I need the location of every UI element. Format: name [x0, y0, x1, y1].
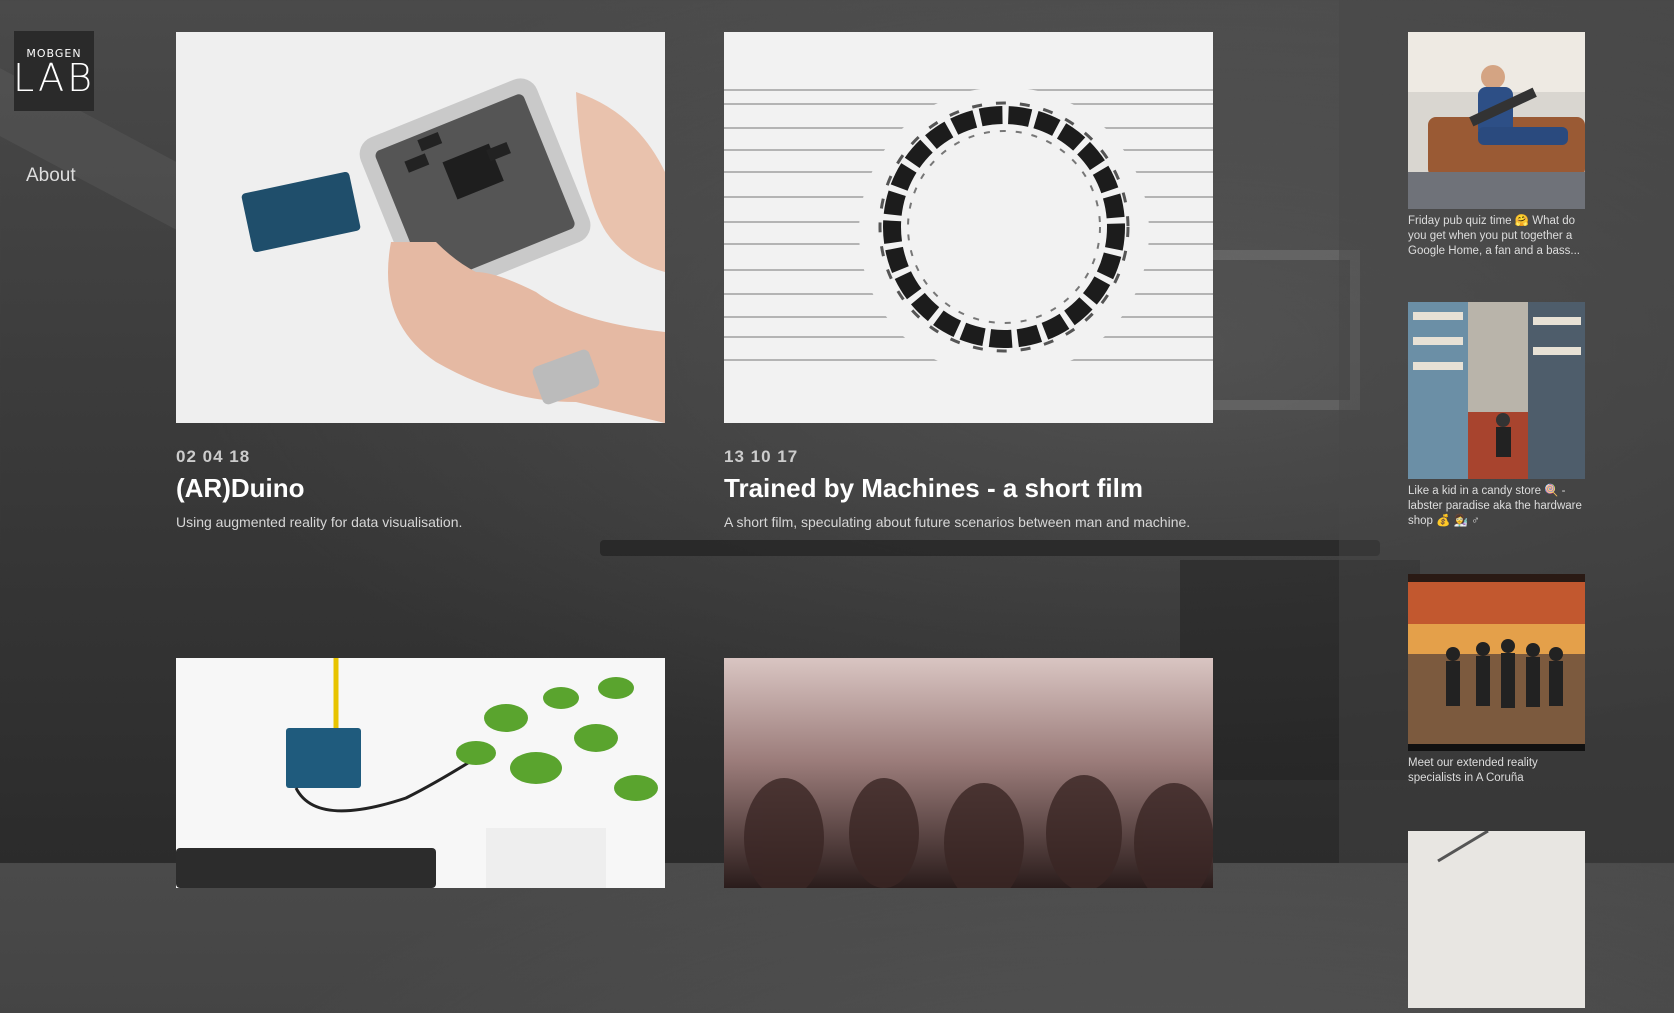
article-date: 02 04 18	[176, 447, 251, 466]
logo-bottom-text: LAB	[13, 55, 95, 100]
article-description: A short film, speculating about future s…	[724, 514, 1191, 530]
article-thumbnail[interactable]	[724, 658, 1213, 888]
article-card-plant[interactable]	[176, 658, 665, 912]
instagram-post[interactable]: Meet our extended reality specialists in…	[1408, 574, 1585, 786]
instagram-photo[interactable]	[1408, 574, 1585, 751]
instagram-photo[interactable]	[1408, 32, 1585, 209]
article-card-blur[interactable]	[724, 658, 1213, 912]
instagram-caption: Like a kid in a candy store 🍭 - labster …	[1408, 485, 1582, 527]
article-date: 13 10 17	[724, 447, 799, 466]
nav-about-link[interactable]: About	[26, 165, 76, 187]
instagram-photo[interactable]	[1408, 302, 1585, 479]
article-title[interactable]: Trained by Machines - a short film	[724, 473, 1213, 504]
article-thumbnail[interactable]	[176, 658, 665, 888]
instagram-caption: Friday pub quiz time 🤗 What do you get w…	[1408, 215, 1580, 257]
article-description: Using augmented reality for data visuali…	[176, 514, 463, 530]
article-thumbnail[interactable]	[176, 32, 665, 423]
instagram-post[interactable]	[1408, 831, 1585, 1013]
article-card-arduino[interactable]: 02 04 18 (AR)Duino Using augmented reali…	[176, 32, 665, 531]
instagram-photo[interactable]	[1408, 831, 1585, 1008]
article-title[interactable]: (AR)Duino	[176, 473, 665, 504]
article-card-trained-by-machines[interactable]: 13 10 17 Trained by Machines - a short f…	[724, 32, 1213, 531]
logo[interactable]: MOBGEN LAB	[13, 31, 95, 111]
instagram-post[interactable]: Like a kid in a candy store 🍭 - labster …	[1408, 302, 1585, 529]
article-thumbnail[interactable]	[724, 32, 1213, 423]
instagram-caption: Meet our extended reality specialists in…	[1408, 757, 1538, 784]
instagram-post[interactable]: Friday pub quiz time 🤗 What do you get w…	[1408, 32, 1585, 259]
